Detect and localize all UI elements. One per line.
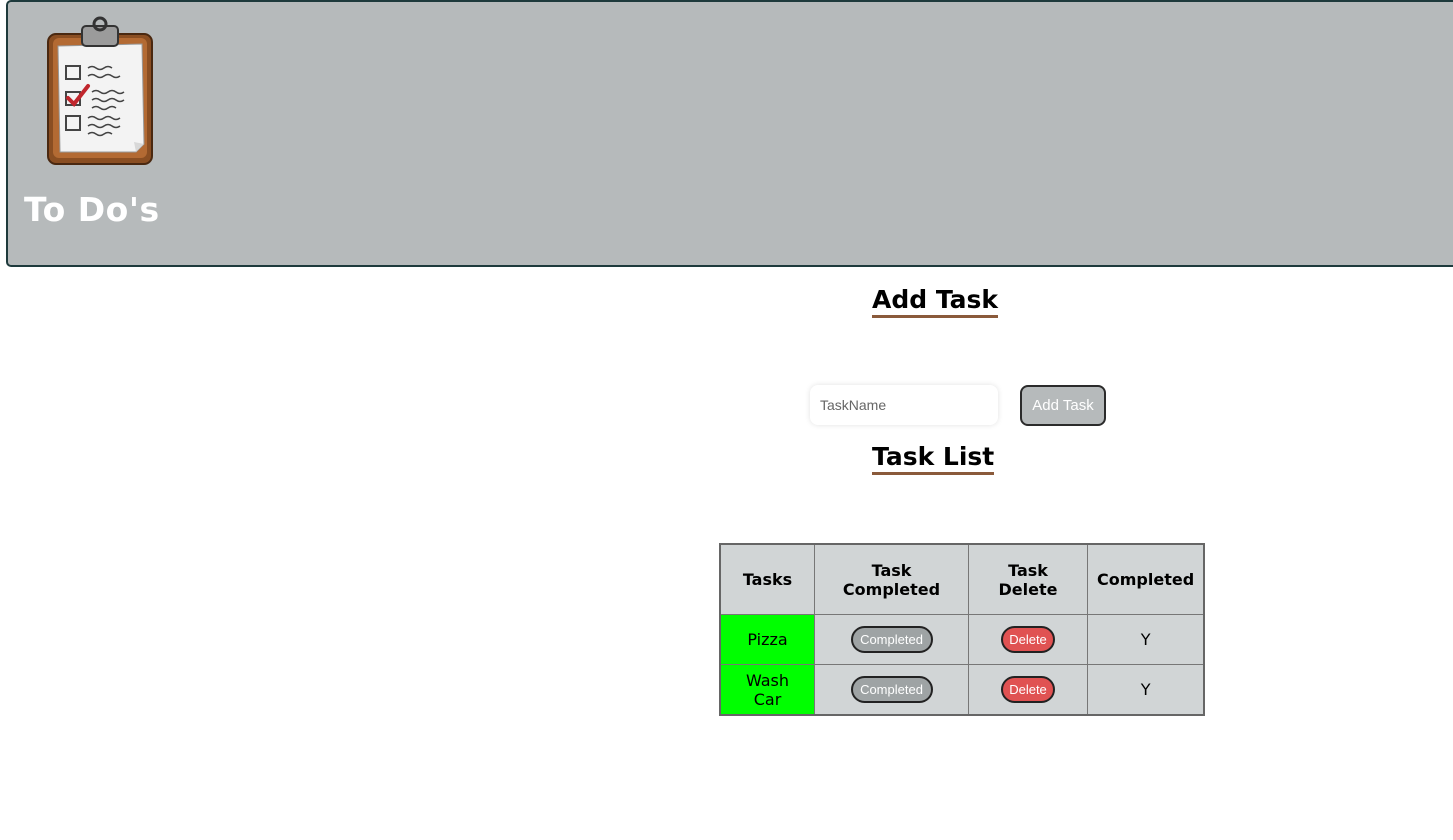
task-name-cell: Pizza xyxy=(719,614,815,665)
table-row: Wash Car Completed Delete Y xyxy=(719,664,1205,716)
task-table: Tasks Task Completed Task Delete Complet… xyxy=(719,543,1206,716)
task-list-heading: Task List xyxy=(872,442,995,475)
column-header-task-delete: Task Delete xyxy=(968,543,1088,615)
task-name-cell: Wash Car xyxy=(719,664,815,716)
column-header-completed: Completed xyxy=(1087,543,1205,615)
delete-cell: Delete xyxy=(968,664,1088,716)
column-header-tasks: Tasks xyxy=(719,543,815,615)
table-row: Pizza Completed Delete Y xyxy=(719,614,1205,665)
column-header-task-completed: Task Completed xyxy=(814,543,969,615)
clipboard-checklist-icon xyxy=(47,16,153,165)
delete-cell: Delete xyxy=(968,614,1088,665)
delete-task-button[interactable]: Delete xyxy=(1001,626,1055,653)
mark-completed-button[interactable]: Completed xyxy=(850,676,933,703)
completed-status-cell: Y xyxy=(1087,614,1205,665)
task-name-input[interactable] xyxy=(810,385,998,425)
completed-status-cell: Y xyxy=(1087,664,1205,716)
app-title: To Do's xyxy=(24,190,160,229)
complete-cell: Completed xyxy=(814,664,969,716)
mark-completed-button[interactable]: Completed xyxy=(850,626,933,653)
table-header-row: Tasks Task Completed Task Delete Complet… xyxy=(719,543,1205,615)
delete-task-button[interactable]: Delete xyxy=(1001,676,1055,703)
complete-cell: Completed xyxy=(814,614,969,665)
add-task-heading: Add Task xyxy=(872,285,999,318)
app-header: To Do's xyxy=(6,0,1453,267)
add-task-button[interactable]: Add Task xyxy=(1020,385,1106,426)
